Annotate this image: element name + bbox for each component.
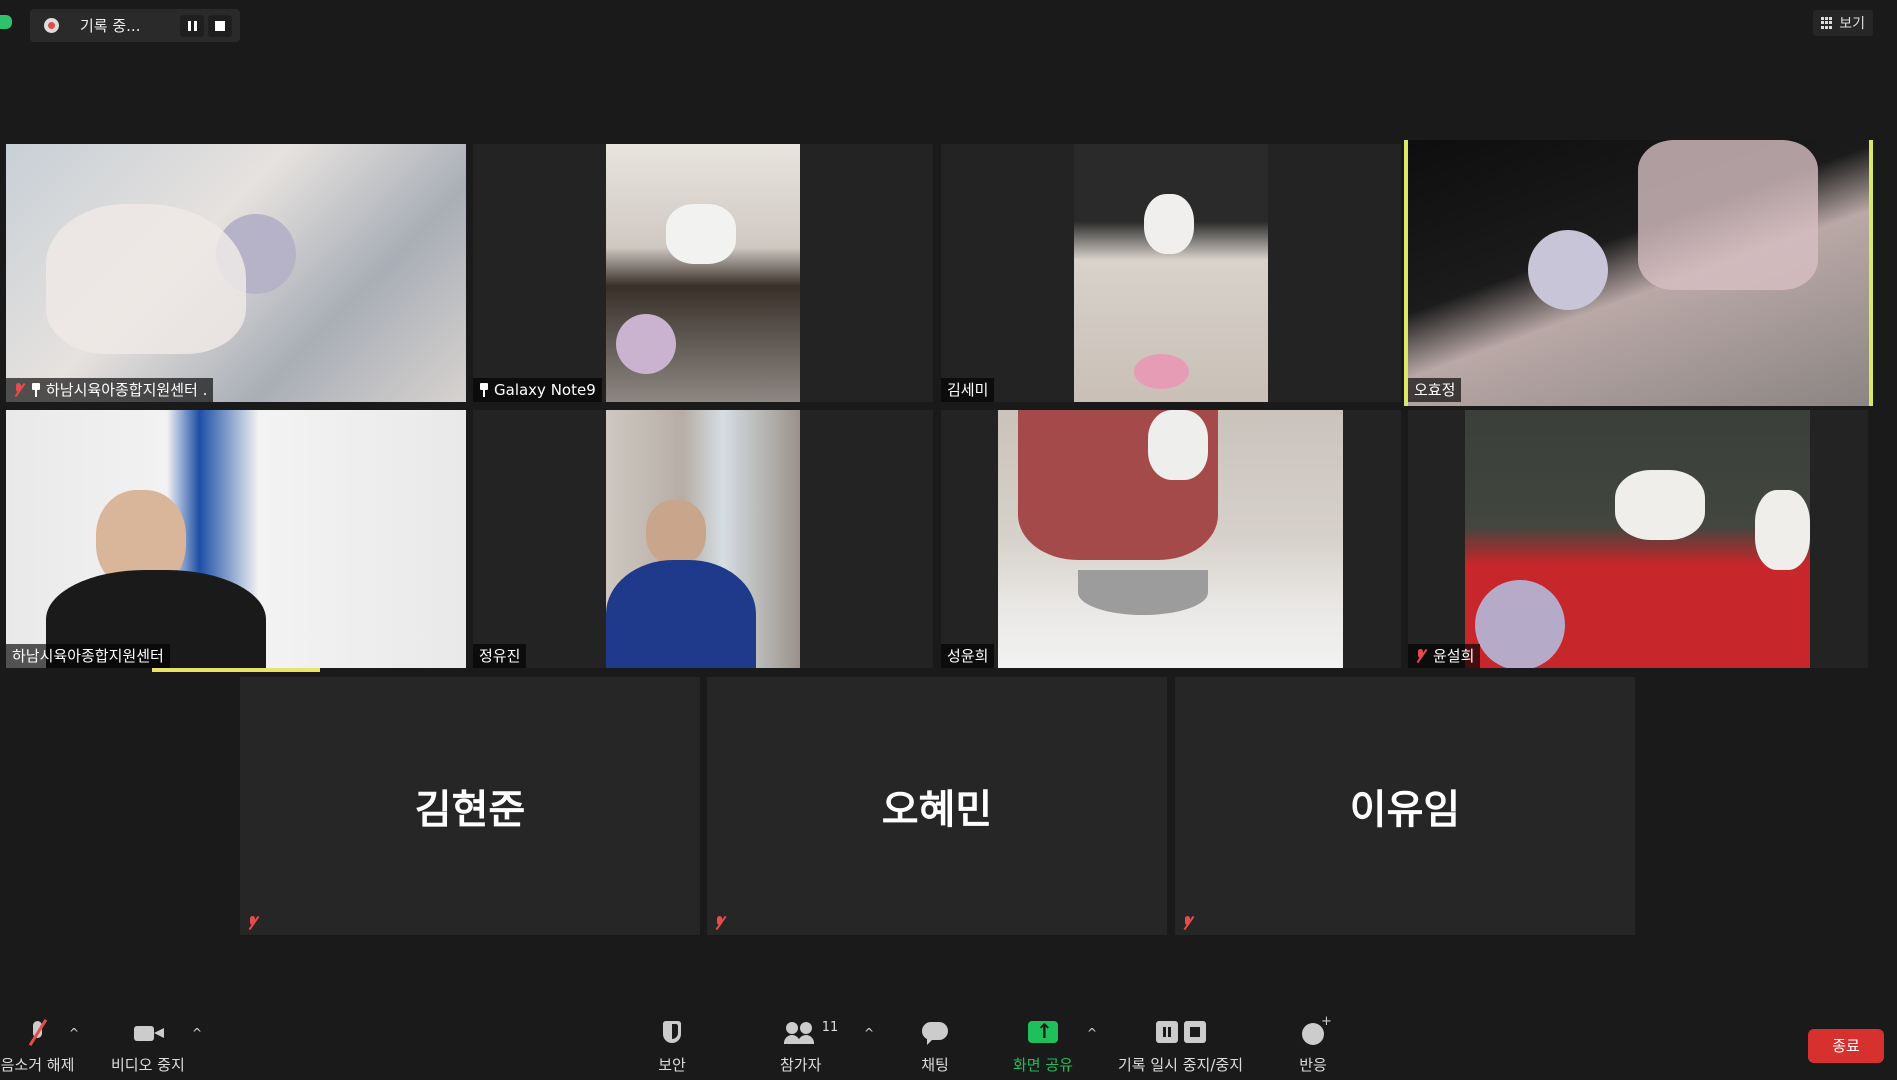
video-feed [606, 410, 800, 668]
recording-indicator: 기록 중... [30, 9, 240, 42]
participant-name: 김세미 [947, 381, 989, 399]
participant-name-tag: Galaxy Note9 [473, 378, 602, 402]
chat-icon [918, 1018, 952, 1048]
participant-name: 김현준 [414, 787, 526, 833]
pause-icon [188, 21, 197, 31]
stop-video-label: 비디오 중지 [111, 1056, 185, 1074]
recording-dot-icon [44, 18, 59, 33]
meeting-toolbar: 음소거 해제 ^ 비디오 중지 ^ 보안 11 참가자 ^ 채팅 화면 공유 ^… [0, 1008, 1897, 1080]
mic-muted-icon [1414, 648, 1428, 664]
mic-muted-icon [21, 1018, 55, 1048]
stop-icon [215, 21, 225, 31]
video-tile[interactable]: 정유진 [473, 410, 933, 668]
participant-name: Galaxy Note9 [494, 381, 596, 399]
view-label: 보기 [1839, 16, 1865, 32]
video-tile[interactable]: 성윤희 [941, 410, 1401, 668]
video-tile[interactable]: 하남시육아종합지원센터 . [6, 144, 466, 402]
video-tile[interactable]: Galaxy Note9 [473, 144, 933, 402]
participants-count: 11 [821, 1020, 839, 1035]
unmute-button[interactable]: 음소거 해제 [0, 1018, 75, 1075]
video-feed [1074, 144, 1268, 402]
video-feed [606, 144, 800, 402]
shield-icon [655, 1018, 689, 1048]
security-label: 보안 [658, 1056, 686, 1074]
mic-muted-icon [1181, 915, 1195, 931]
participants-button[interactable]: 11 참가자 [780, 1018, 838, 1075]
camera-icon [131, 1018, 165, 1048]
pause-recording-button[interactable] [180, 15, 204, 37]
video-options-caret[interactable]: ^ [192, 1026, 202, 1040]
share-screen-button[interactable]: 화면 공유 [1013, 1018, 1073, 1075]
participant-name: 하남시육아종합지원센터 [12, 647, 164, 665]
share-options-caret[interactable]: ^ [1087, 1026, 1097, 1040]
participant-tile-no-video[interactable]: 김현준 [240, 677, 700, 935]
video-feed [1408, 140, 1869, 406]
recording-control-button[interactable]: 기록 일시 중지/중지 [1118, 1018, 1243, 1075]
participant-name: 오혜민 [881, 787, 993, 833]
participant-name-tag: 윤설희 [1408, 644, 1481, 668]
pin-icon [31, 383, 41, 397]
security-shield-icon [0, 15, 12, 29]
share-screen-icon [1026, 1018, 1060, 1048]
participant-name: 윤설희 [1433, 647, 1475, 665]
active-speaker-indicator [152, 668, 320, 672]
unmute-label: 음소거 해제 [0, 1056, 75, 1074]
stop-recording-button[interactable] [208, 15, 232, 37]
participant-name-tag: 하남시육아종합지원센터 . [6, 378, 214, 402]
audio-options-caret[interactable]: ^ [69, 1026, 79, 1040]
video-tile[interactable]: 윤설희 [1408, 410, 1868, 668]
video-tile[interactable]: 김세미 [941, 144, 1401, 402]
reactions-label: 반응 [1299, 1056, 1327, 1074]
mic-muted-icon [246, 915, 260, 931]
participant-name: 오효정 [1414, 381, 1456, 399]
reactions-button[interactable]: 반응 [1296, 1014, 1332, 1075]
end-meeting-button[interactable]: 종료 [1808, 1029, 1884, 1063]
participant-name: 정유진 [479, 647, 521, 665]
recording-control-label: 기록 일시 중지/중지 [1118, 1056, 1243, 1074]
participants-icon: 11 [783, 1018, 838, 1048]
pin-icon [479, 383, 489, 397]
participant-tile-no-video[interactable]: 이유임 [1175, 677, 1635, 935]
participant-name-tag: 하남시육아종합지원센터 [6, 644, 170, 668]
participant-name: 하남시육아종합지원센터 . [46, 381, 208, 399]
participant-name-tag: 오효정 [1408, 378, 1462, 402]
share-screen-label: 화면 공유 [1013, 1056, 1073, 1074]
stop-video-button[interactable]: 비디오 중지 [111, 1018, 185, 1075]
participant-name-tag: 성윤희 [941, 644, 995, 668]
participant-name: 성윤희 [947, 647, 989, 665]
mic-muted-icon [713, 915, 727, 931]
grid-view-icon [1821, 17, 1833, 29]
video-feed [1465, 410, 1810, 668]
participants-label: 참가자 [780, 1056, 822, 1074]
video-feed [6, 410, 466, 668]
video-tile[interactable]: 하남시육아종합지원센터 [6, 410, 466, 668]
participant-name-tag: 정유진 [473, 644, 527, 668]
participant-name-tag: 김세미 [941, 378, 995, 402]
video-feed [6, 144, 466, 402]
view-button[interactable]: 보기 [1813, 10, 1873, 36]
participants-options-caret[interactable]: ^ [864, 1026, 874, 1040]
video-tile-active-speaker[interactable]: 오효정 [1404, 140, 1873, 406]
chat-button[interactable]: 채팅 [918, 1018, 952, 1075]
participant-name: 이유임 [1349, 787, 1461, 833]
recording-label: 기록 중... [80, 17, 141, 35]
video-feed [998, 410, 1343, 668]
reaction-smile-icon [1296, 1014, 1332, 1048]
participant-tile-no-video[interactable]: 오혜민 [707, 677, 1167, 935]
security-button[interactable]: 보안 [655, 1018, 689, 1075]
mic-muted-icon [12, 382, 26, 398]
pause-stop-recording-icon [1153, 1018, 1209, 1048]
chat-label: 채팅 [921, 1056, 949, 1074]
